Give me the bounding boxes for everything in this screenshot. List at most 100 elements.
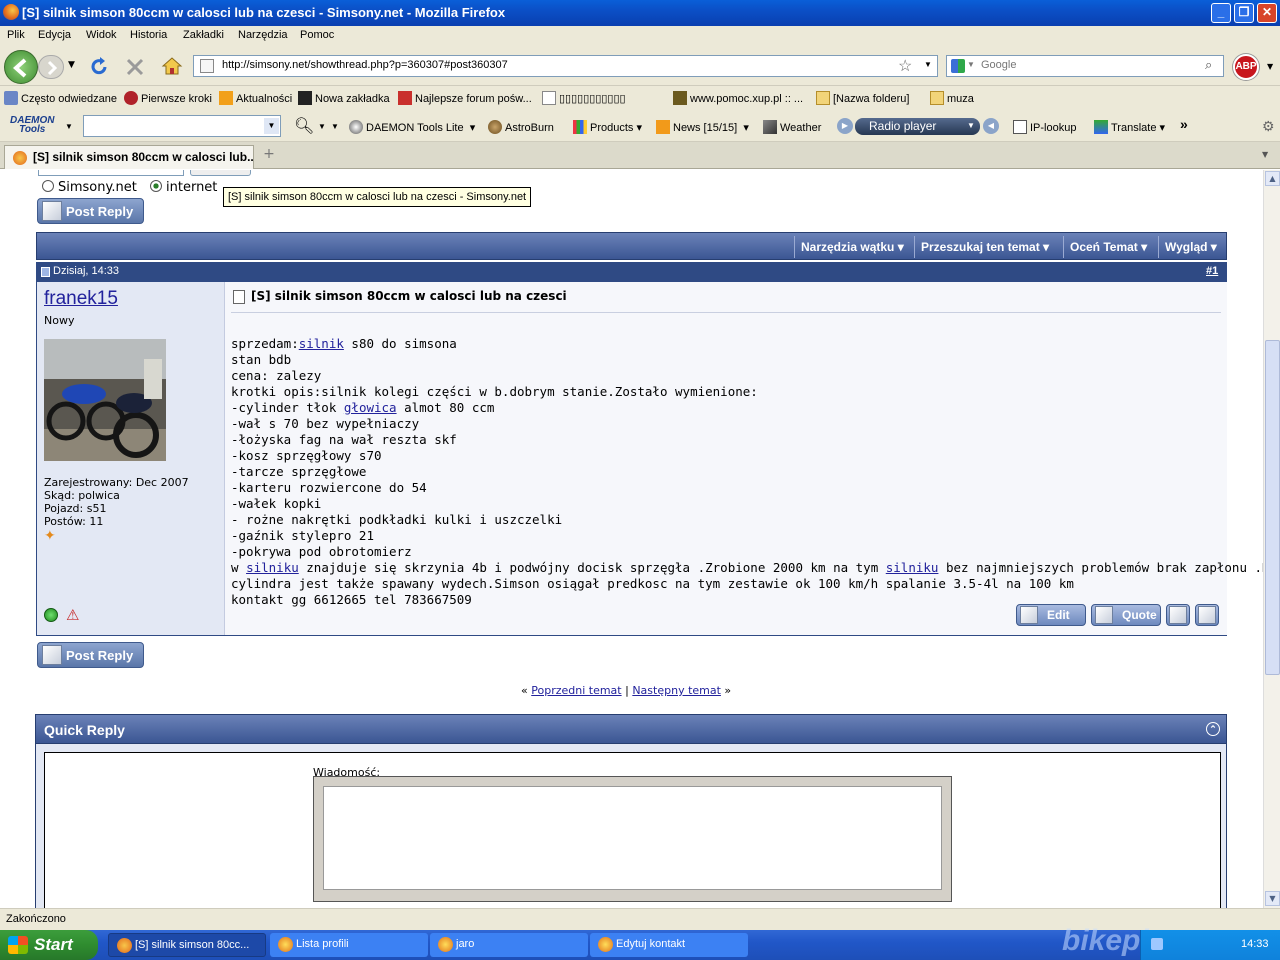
post-reply-button-bottom[interactable]: Post Reply	[37, 642, 144, 668]
taskbar-item-edytuj-kontakt[interactable]: Edytuj kontakt	[590, 933, 748, 957]
menu-history[interactable]: Historia	[130, 29, 167, 41]
daemon-tools-lite-button[interactable]: DAEMON Tools Lite ▾	[349, 120, 475, 134]
menu-view[interactable]: Widok	[86, 29, 117, 41]
radio-play-icon[interactable]: ▶	[837, 118, 853, 134]
search-input[interactable]: ▼ Google ⌕	[946, 55, 1224, 77]
vertical-scrollbar[interactable]: ▲ ▼	[1263, 170, 1280, 908]
post-number-link[interactable]: #1	[1206, 265, 1218, 277]
adblock-button[interactable]: ABP	[1233, 54, 1259, 80]
display-mode-menu[interactable]: Wygląd ▾	[1158, 236, 1223, 258]
bookmark-item[interactable]: Najlepsze forum pośw...	[398, 91, 532, 105]
keyword-link[interactable]: silniku	[886, 560, 939, 575]
scroll-up-icon[interactable]: ▲	[1265, 171, 1280, 186]
clock[interactable]: 14:33	[1241, 938, 1269, 950]
bookmark-item[interactable]: [Nazwa folderu]	[816, 91, 909, 105]
taskbar-item-lista-profili[interactable]: Lista profili	[270, 933, 428, 957]
search-dropdown-icon[interactable]: ▼	[318, 122, 326, 131]
astroburn-button[interactable]: AstroBurn	[488, 120, 554, 134]
back-arrow-icon	[12, 58, 27, 78]
settings-icon[interactable]: ⚙	[1262, 118, 1275, 135]
quote-button[interactable]: Quote	[1091, 604, 1161, 626]
site-search-button[interactable]	[190, 170, 251, 176]
back-button[interactable]	[4, 50, 38, 84]
keyword-link[interactable]: silniku	[246, 560, 299, 575]
rate-thread-menu[interactable]: Oceń Temat ▾	[1063, 236, 1153, 258]
stop-icon[interactable]	[124, 56, 146, 78]
history-dropdown-icon[interactable]: ▼	[68, 60, 75, 70]
username-link[interactable]: franek15	[44, 288, 118, 310]
bookmark-item[interactable]: Często odwiedzane	[4, 91, 117, 105]
scroll-down-icon[interactable]: ▼	[1265, 891, 1280, 906]
scroll-thumb[interactable]	[1265, 340, 1280, 675]
bookmark-item[interactable]: ▯▯▯▯▯▯▯▯▯▯▯	[542, 91, 626, 105]
daemon-search-input[interactable]: ▼	[83, 115, 281, 137]
keyword-link[interactable]: silnik	[299, 336, 344, 351]
forward-button[interactable]	[38, 55, 64, 79]
previous-thread-link[interactable]: Poprzedni temat	[531, 684, 621, 697]
bookmark-item[interactable]: www.pomoc.xup.pl :: ...	[673, 91, 803, 105]
reload-icon[interactable]	[88, 56, 110, 78]
post-reply-button[interactable]: Post Reply	[37, 198, 144, 224]
daemon-menu-dropdown-icon[interactable]: ▼	[65, 122, 73, 131]
quick-reply-button[interactable]	[1195, 604, 1219, 626]
weather-button[interactable]: Weather	[763, 120, 821, 134]
post-user-info: franek15 Nowy Zarejestrowany: Dec 2007 S	[37, 282, 225, 635]
ip-lookup-button[interactable]: IP-lookup	[1013, 120, 1076, 134]
tab-list-icon[interactable]: ▼	[1262, 150, 1268, 159]
adblock-dropdown-icon[interactable]: ▼	[1267, 62, 1273, 71]
menu-tools[interactable]: Narzędzia	[238, 29, 288, 41]
google-icon[interactable]	[951, 59, 965, 73]
keyword-link[interactable]: głowica	[344, 400, 397, 415]
products-icon	[573, 120, 587, 134]
taskbar-item-jaro[interactable]: jaro	[430, 933, 588, 957]
close-button[interactable]: ✕	[1257, 3, 1277, 23]
radio-player-select[interactable]: Radio player ▼	[855, 118, 980, 135]
tray-network-icon[interactable]	[1151, 938, 1163, 950]
daemon-logo[interactable]: DAEMON Tools	[10, 116, 54, 135]
multi-quote-button[interactable]	[1166, 604, 1190, 626]
bookmark-item[interactable]: muza	[930, 91, 974, 105]
bookmark-star-icon[interactable]: ☆	[898, 56, 912, 76]
new-tab-button[interactable]: +	[258, 146, 280, 166]
next-thread-link[interactable]: Następny temat	[632, 684, 721, 697]
home-icon[interactable]	[160, 55, 184, 77]
maximize-button[interactable]: ❐	[1234, 3, 1254, 23]
menu-file[interactable]: Plik	[7, 29, 25, 41]
message-textarea[interactable]	[323, 786, 942, 890]
search-thread-menu[interactable]: Przeszukaj ten temat ▾	[914, 236, 1055, 258]
search-engine-dropdown-icon[interactable]: ▼	[967, 60, 975, 69]
collapse-icon[interactable]: ⌃	[1206, 722, 1220, 736]
search-icon[interactable]: 🔍︎	[294, 116, 314, 136]
bookmark-folder-icon	[4, 91, 18, 105]
volume-icon[interactable]: ◀	[983, 118, 999, 134]
navigation-toolbar: ▼ http://simsony.net/showthread.php?p=36…	[0, 46, 1280, 86]
folder-icon	[816, 91, 830, 105]
bookmark-item[interactable]: Nowa zakładka	[298, 91, 390, 105]
menu-edit[interactable]: Edycja	[38, 29, 71, 41]
menu-help[interactable]: Pomoc	[300, 29, 334, 41]
site-search-input[interactable]	[38, 170, 184, 176]
bookmark-item[interactable]: Pierwsze kroki	[124, 91, 212, 105]
search-options-icon[interactable]: ▼	[331, 122, 339, 131]
minimize-button[interactable]: _	[1211, 3, 1231, 23]
taskbar-item-firefox[interactable]: [S] silnik simson 80cc...	[108, 933, 266, 957]
edit-button[interactable]: Edit	[1016, 604, 1086, 626]
translate-menu[interactable]: Translate ▾	[1094, 120, 1165, 134]
products-menu[interactable]: Products ▾	[573, 120, 642, 134]
news-menu[interactable]: News [15/15] ▾	[656, 120, 749, 134]
chevron-down-icon[interactable]: ▼	[264, 118, 279, 134]
thread-tools-menu[interactable]: Narzędzia wątku ▾	[794, 236, 910, 258]
search-icon[interactable]: ⌕	[1205, 57, 1212, 73]
url-dropdown-icon[interactable]: ▼	[924, 60, 932, 69]
bookmark-item[interactable]: Aktualności	[219, 91, 292, 105]
radio-internet[interactable]	[150, 180, 162, 192]
tab-bar: [S] silnik simson 80ccm w calosci lub...…	[0, 142, 1280, 169]
report-post-icon[interactable]: ⚠	[66, 606, 79, 624]
radio-simsony[interactable]	[42, 180, 54, 192]
menu-bookmarks[interactable]: Zakładki	[183, 29, 224, 41]
post-title-divider	[231, 312, 1221, 313]
tab-active[interactable]: [S] silnik simson 80ccm w calosci lub...	[4, 145, 254, 169]
address-bar[interactable]: http://simsony.net/showthread.php?p=3603…	[193, 55, 938, 77]
start-button[interactable]: Start	[0, 930, 98, 960]
overflow-chevron-icon[interactable]: »	[1180, 116, 1188, 132]
